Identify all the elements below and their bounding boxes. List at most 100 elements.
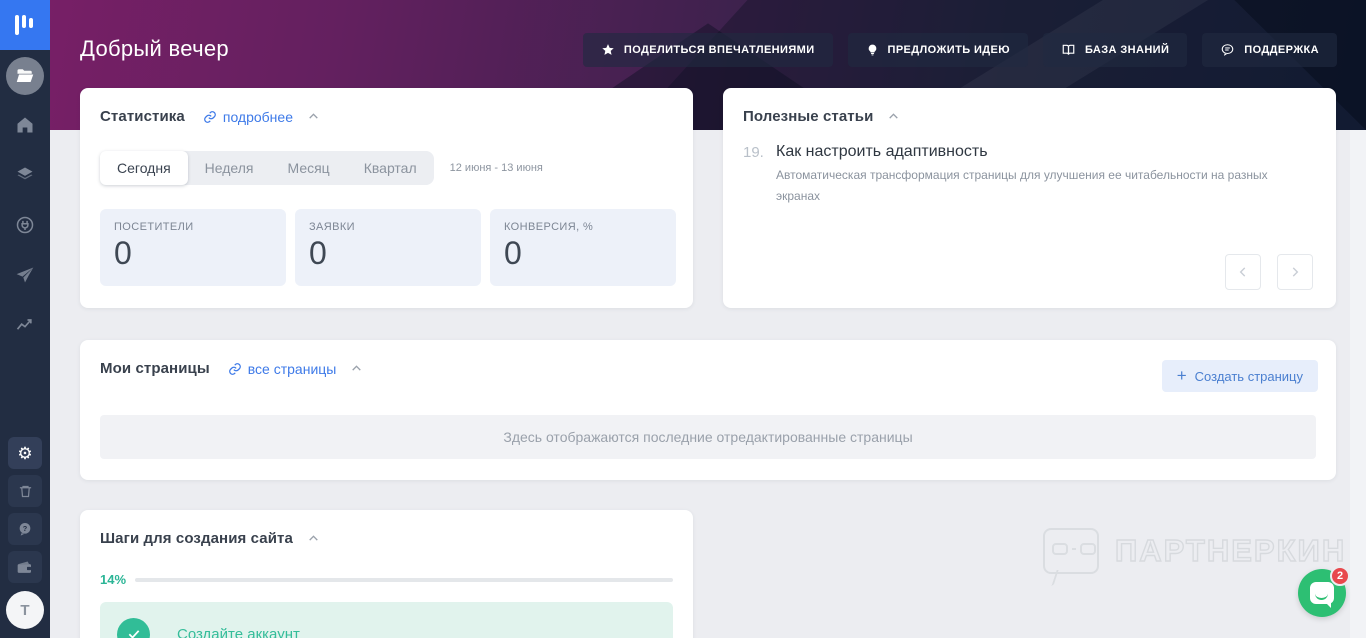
create-page-label: Создать страницу: [1194, 368, 1303, 384]
metric-value: 0: [504, 235, 522, 271]
share-feedback-button[interactable]: ПОДЕЛИТЬСЯ ВПЕЧАТЛЕНИЯМИ: [582, 33, 833, 67]
metric-value: 0: [309, 235, 327, 271]
bulb-icon: [866, 43, 879, 57]
home-icon: [15, 115, 35, 135]
link-icon: [203, 110, 217, 124]
trash-icon: [18, 484, 33, 499]
plus-icon: +: [1176, 365, 1187, 385]
header-buttons: ПОДЕЛИТЬСЯ ВПЕЧАТЛЕНИЯМИ ПРЕДЛОЖИТЬ ИДЕЮ…: [582, 33, 1337, 67]
book-icon: [1061, 43, 1076, 57]
support-button[interactable]: ПОДДЕРЖКА: [1202, 33, 1337, 67]
star-icon: [601, 43, 615, 57]
avatar-letter: T: [20, 601, 30, 619]
support-label: ПОДДЕРЖКА: [1244, 44, 1319, 56]
all-pages-label: все страницы: [247, 360, 337, 377]
progress-track: [135, 577, 673, 582]
settings-icon: ⚙: [17, 443, 33, 463]
metric-label: КОНВЕРСИЯ, %: [504, 221, 594, 233]
steps-progress: 14%: [100, 572, 673, 587]
step-create-account[interactable]: Создайте аккаунт: [100, 602, 673, 638]
metric-value: 0: [114, 235, 132, 271]
prev-article-button[interactable]: [1225, 254, 1261, 290]
site-steps-card: Шаги для создания сайта 14% Создайте акк…: [80, 510, 693, 638]
knowledge-base-button[interactable]: БАЗА ЗНАНИЙ: [1043, 33, 1188, 67]
chevron-left-icon: [1236, 265, 1250, 279]
metrics-row: ПОСЕТИТЕЛИ 0 ЗАЯВКИ 0 КОНВЕРСИЯ, % 0: [100, 209, 676, 286]
article-number: 19.: [743, 144, 764, 161]
sidebar-tools: ⚙ ?: [0, 437, 50, 583]
sidebar: ⚙ ? T: [0, 0, 50, 638]
article-description: Автоматическая трансформация страницы дл…: [776, 168, 1268, 203]
share-feedback-label: ПОДЕЛИТЬСЯ ВПЕЧАТЛЕНИЯМИ: [623, 44, 815, 56]
sidebar-item-home[interactable]: [0, 100, 50, 150]
period-tabs: Сегодня Неделя Месяц Квартал: [100, 151, 434, 185]
metric-visitors: ПОСЕТИТЕЛИ 0: [100, 209, 286, 286]
steps-title: Шаги для создания сайта: [100, 530, 293, 547]
watermark: ПАРТНЕРКИН: [1043, 528, 1346, 574]
watermark-text: ПАРТНЕРКИН: [1114, 532, 1347, 568]
sidebar-item-campaigns[interactable]: [0, 250, 50, 300]
knowledge-base-label: БАЗА ЗНАНИЙ: [1085, 44, 1170, 56]
scrollbar-track[interactable]: [1350, 130, 1366, 638]
link-icon: [228, 362, 242, 376]
lp-logo-icon: [14, 13, 36, 37]
date-range: 12 июня - 13 июня: [449, 162, 543, 174]
metric-label: ПОСЕТИТЕЛИ: [114, 221, 194, 233]
integrations-icon: [15, 215, 35, 235]
statistics-details-link[interactable]: подробнее: [203, 109, 293, 125]
metric-conversion: КОНВЕРСИЯ, % 0: [490, 209, 676, 286]
tab-month[interactable]: Месяц: [271, 151, 347, 185]
article-item[interactable]: 19. Как настроить адаптивность Автоматич…: [743, 143, 1311, 207]
statistics-title: Статистика: [100, 108, 185, 125]
tab-week[interactable]: Неделя: [188, 151, 271, 185]
sidebar-item-wallet[interactable]: [8, 551, 42, 583]
chat-bubble-icon: [1310, 582, 1334, 608]
user-avatar[interactable]: T: [6, 591, 44, 629]
collapse-articles-chevron-icon[interactable]: [887, 110, 900, 123]
app-logo[interactable]: [0, 0, 50, 50]
workspace-button[interactable]: [6, 57, 44, 95]
chevron-right-icon: [1288, 265, 1302, 279]
articles-title: Полезные статьи: [743, 108, 874, 125]
progress-percent: 14%: [100, 572, 127, 587]
create-page-button[interactable]: + Создать страницу: [1161, 360, 1318, 392]
wallet-icon: [17, 560, 33, 575]
pages-empty-state: Здесь отображаются последние отредактиро…: [100, 415, 1316, 459]
metric-label: ЗАЯВКИ: [309, 221, 355, 233]
collapse-statistics-chevron-icon[interactable]: [307, 110, 320, 123]
sidebar-nav: [0, 100, 50, 350]
sidebar-item-settings[interactable]: ⚙: [8, 437, 42, 469]
tab-quarter[interactable]: Квартал: [347, 151, 434, 185]
greeting-title: Добрый вечер: [80, 36, 229, 61]
my-pages-card: Мои страницы все страницы + Создать стра…: [80, 340, 1336, 480]
sidebar-item-integrations[interactable]: [0, 200, 50, 250]
analytics-icon: [15, 315, 35, 335]
all-pages-link[interactable]: все страницы: [228, 360, 337, 377]
sidebar-item-pages[interactable]: [0, 150, 50, 200]
statistics-tab-row: Сегодня Неделя Месяц Квартал 12 июня - 1…: [100, 151, 543, 185]
chat-widget-button[interactable]: 2: [1298, 566, 1350, 617]
sidebar-item-trash[interactable]: [8, 475, 42, 507]
folder-icon: [16, 68, 34, 84]
suggest-idea-button[interactable]: ПРЕДЛОЖИТЬ ИДЕЮ: [847, 33, 1029, 67]
collapse-steps-chevron-icon[interactable]: [307, 532, 320, 545]
layers-icon: [15, 165, 35, 185]
article-title: Как настроить адаптивность: [776, 143, 988, 160]
sidebar-item-help[interactable]: ?: [8, 513, 42, 545]
my-pages-title: Мои страницы: [100, 360, 210, 377]
articles-card: Полезные статьи 19. Как настроить адапти…: [723, 88, 1336, 353]
svg-text:?: ?: [23, 524, 28, 533]
next-article-button[interactable]: [1277, 254, 1313, 290]
suggest-idea-label: ПРЕДЛОЖИТЬ ИДЕЮ: [887, 44, 1011, 56]
articles-pager: [1225, 254, 1313, 290]
metric-leads: ЗАЯВКИ 0: [295, 209, 481, 286]
watermark-logo-icon: [1043, 528, 1099, 574]
sidebar-item-analytics[interactable]: [0, 300, 50, 350]
help-icon: ?: [17, 521, 33, 537]
tab-today[interactable]: Сегодня: [100, 151, 188, 185]
collapse-pages-chevron-icon[interactable]: [350, 362, 363, 375]
statistics-details-label: подробнее: [222, 108, 293, 125]
support-icon: [1220, 43, 1235, 57]
check-circle-icon: [117, 617, 150, 638]
step-label: Создайте аккаунт: [177, 625, 300, 638]
